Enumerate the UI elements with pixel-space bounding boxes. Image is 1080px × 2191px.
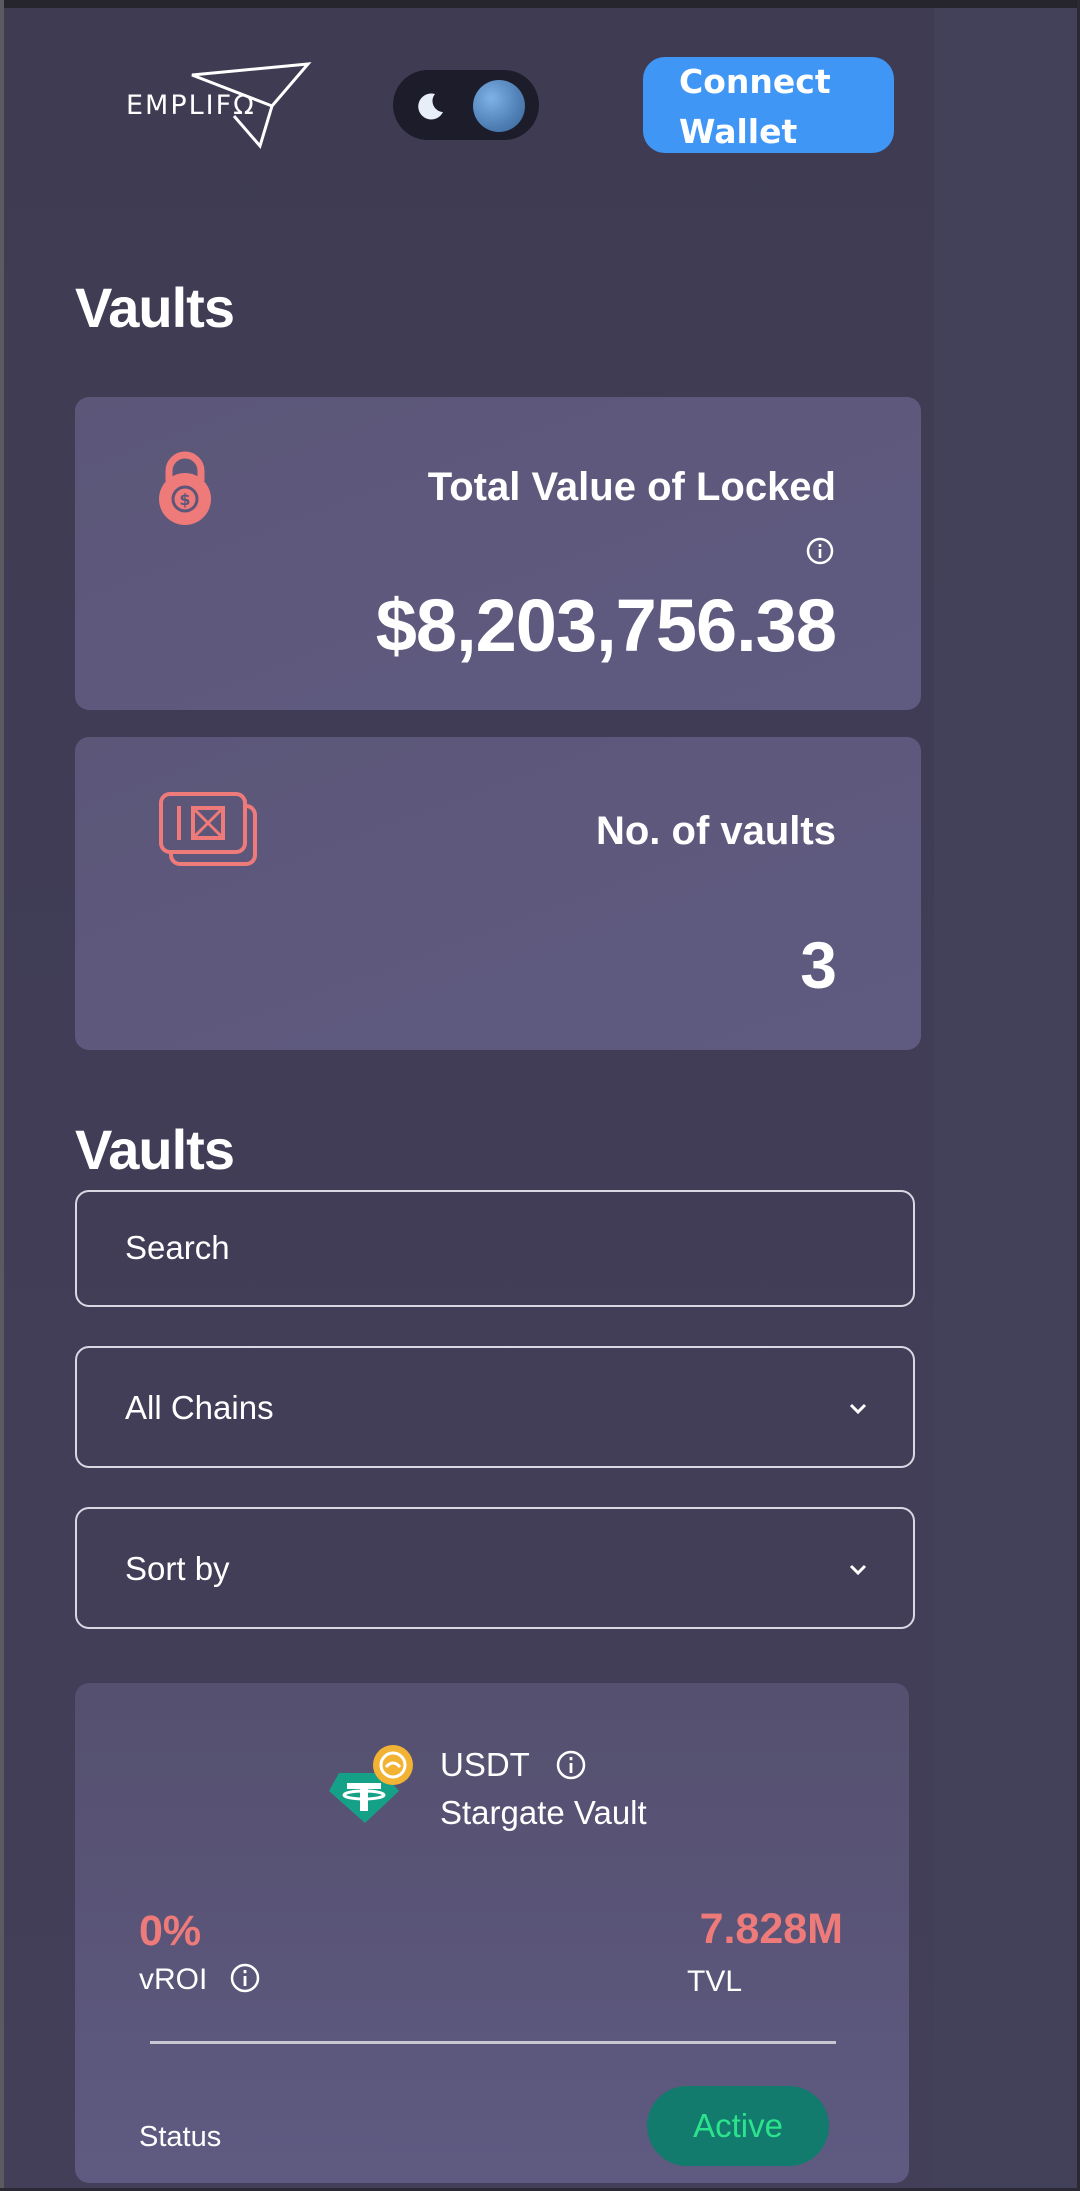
status-label: Status bbox=[139, 2121, 222, 2153]
divider bbox=[150, 2041, 836, 2044]
vault-count-value: 3 bbox=[800, 928, 837, 1002]
toggle-knob bbox=[473, 80, 525, 132]
status-badge: Active bbox=[647, 2086, 829, 2166]
lock-dollar-icon: $ bbox=[159, 451, 211, 525]
vroi-label: vROI bbox=[139, 1963, 208, 1996]
vault-name: Stargate Vault bbox=[440, 1794, 647, 1831]
info-icon[interactable] bbox=[805, 536, 835, 566]
connect-wallet-button[interactable]: Connect Wallet bbox=[643, 57, 894, 153]
tvl-metric-label: TVL bbox=[687, 1965, 743, 1998]
theme-toggle[interactable] bbox=[393, 70, 539, 140]
window-top-edge bbox=[0, 0, 1080, 8]
vroi-value: 0% bbox=[139, 1907, 202, 1955]
tvl-metric-value: 7.828M bbox=[699, 1905, 843, 1953]
tvl-card: $ Total Value of Locked $8,203,756.38 bbox=[75, 397, 921, 710]
vault-stack-icon bbox=[159, 792, 257, 866]
side-gutter bbox=[934, 8, 1077, 2188]
svg-text:$: $ bbox=[179, 490, 190, 509]
info-icon[interactable] bbox=[229, 1962, 261, 1994]
section-title-vaults: Vaults bbox=[75, 1118, 235, 1181]
window-left-edge bbox=[0, 0, 4, 2191]
chain-select[interactable]: All Chains bbox=[75, 1346, 915, 1468]
logo-text: EMPLIFΩ bbox=[126, 90, 256, 121]
chain-select-value: All Chains bbox=[125, 1389, 274, 1426]
moon-icon bbox=[418, 93, 443, 120]
sort-select-value: Sort by bbox=[125, 1550, 230, 1587]
page-title: Vaults bbox=[75, 276, 235, 339]
info-icon[interactable] bbox=[555, 1749, 587, 1781]
brand-logo[interactable]: EMPLIFΩ bbox=[120, 60, 320, 150]
tvl-value: $8,203,756.38 bbox=[375, 584, 837, 667]
token-symbol: USDT bbox=[440, 1746, 530, 1783]
vault-count-card: No. of vaults 3 bbox=[75, 737, 921, 1050]
vault-card[interactable]: USDT Stargate Vault 0% vROI 7.828M TVL S… bbox=[75, 1683, 909, 2183]
chevron-down-icon bbox=[849, 1403, 867, 1415]
chevron-down-icon bbox=[849, 1564, 867, 1576]
vault-count-label: No. of vaults bbox=[595, 809, 836, 853]
tvl-label: Total Value of Locked bbox=[427, 465, 836, 509]
search-placeholder: Search bbox=[125, 1229, 230, 1266]
sort-select[interactable]: Sort by bbox=[75, 1507, 915, 1629]
search-input[interactable]: Search bbox=[75, 1190, 915, 1307]
usdt-token-icon bbox=[329, 1745, 413, 1823]
